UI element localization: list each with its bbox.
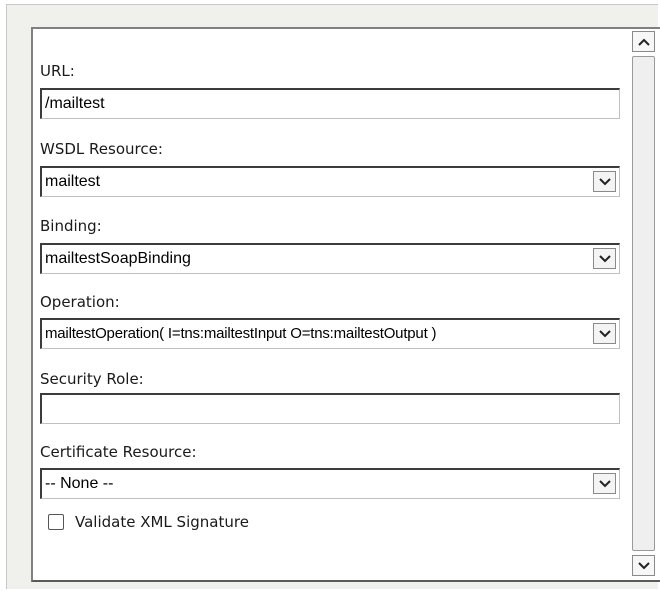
- certificate-resource-dropdown-button[interactable]: [593, 473, 616, 494]
- operation-select[interactable]: mailtestOperation( I=tns:mailtestInput O…: [40, 318, 620, 349]
- chevron-down-icon: [599, 255, 611, 263]
- binding-label: Binding:: [40, 217, 102, 235]
- validate-xml-signature-checkbox[interactable]: [48, 514, 64, 530]
- operation-dropdown-button[interactable]: [593, 323, 616, 344]
- wsdl-resource-dropdown-button[interactable]: [593, 171, 616, 192]
- url-value: /mailtest: [45, 95, 105, 112]
- validate-xml-signature-label: Validate XML Signature: [75, 513, 249, 531]
- binding-value: mailtestSoapBinding: [45, 250, 191, 267]
- chevron-down-icon: [599, 330, 611, 338]
- binding-dropdown-button[interactable]: [593, 248, 616, 269]
- security-role-label: Security Role:: [40, 370, 144, 388]
- scroll-up-button[interactable]: [632, 31, 655, 52]
- chevron-down-icon: [599, 178, 611, 186]
- operation-label: Operation:: [40, 293, 120, 311]
- arrow-down-icon: [638, 562, 650, 570]
- certificate-resource-label: Certificate Resource:: [40, 443, 197, 461]
- scroll-down-button[interactable]: [632, 555, 655, 576]
- chevron-down-icon: [599, 480, 611, 488]
- binding-select[interactable]: mailtestSoapBinding: [40, 243, 620, 274]
- security-role-input[interactable]: [40, 393, 620, 424]
- operation-value: mailtestOperation( I=tns:mailtestInput O…: [45, 325, 437, 342]
- scroll-thumb[interactable]: [632, 56, 655, 551]
- arrow-up-icon: [638, 38, 650, 46]
- certificate-resource-select[interactable]: -- None --: [40, 468, 620, 499]
- url-label: URL:: [40, 62, 75, 80]
- vertical-scrollbar[interactable]: [630, 29, 657, 579]
- wsdl-resource-value: mailtest: [45, 173, 101, 190]
- url-input[interactable]: /mailtest: [40, 88, 620, 119]
- wsdl-resource-select[interactable]: mailtest: [40, 166, 620, 197]
- wsdl-resource-label: WSDL Resource:: [40, 140, 163, 158]
- certificate-resource-value: -- None --: [45, 475, 114, 492]
